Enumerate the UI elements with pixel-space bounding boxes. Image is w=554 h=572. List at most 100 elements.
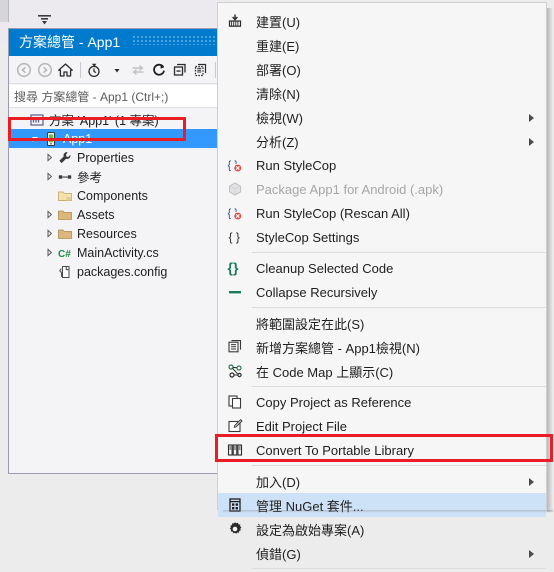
submenu-arrow-icon [529,114,534,122]
menu-item-7: Package App1 for Android (.apk) [218,177,546,201]
android-project-icon [42,131,60,147]
forward-button[interactable] [34,58,55,82]
tree-item-label: App1 [63,131,93,146]
menu-item-2[interactable]: 部署(O) [218,57,546,81]
menu-item-8[interactable]: { } Run StyleCop (Rescan All) [218,201,546,225]
menu-item-18[interactable]: 加入(D) [218,469,546,493]
context-menu: 建置(U) 重建(E) 部署(O) 清除(N) 檢視(W) 分析(Z){ } Run Sty… [217,2,547,569]
portable-library-icon [218,442,252,458]
pending-changes-dropdown[interactable] [106,58,127,82]
menu-item-14[interactable]: 在 Code Map 上顯示(C) [218,359,546,383]
menu-item-12[interactable]: 將範圍設定在此(S) [218,311,546,335]
menu-item-6[interactable]: { } Run StyleCop [218,153,546,177]
menu-item-10[interactable]: {} Cleanup Selected Code [218,256,546,280]
menu-item-15[interactable]: Copy Project as Reference [218,390,546,414]
menu-item-label: Package App1 for Android (.apk) [256,181,444,197]
menu-item-label: 檢視(W) [256,110,303,126]
menu-item-13[interactable]: 新增方案總管 - App1檢視(N) [218,335,546,359]
tree-item-app11[interactable]: 方案 'App1' (1 專案) [9,110,220,129]
menu-item-11[interactable]: Collapse Recursively [218,280,546,304]
menu-item-0[interactable]: 建置(U) [218,9,546,33]
package-cube-icon [218,181,252,197]
menu-item-4[interactable]: 檢視(W) [218,105,546,129]
tree-item-label: Resources [77,226,137,241]
menu-separator [252,386,546,387]
tree-item-label: 方案 'App1' (1 專案) [49,114,159,128]
menu-item-20[interactable]: 設定為啟始專案(A) [218,517,546,541]
menu-item-5[interactable]: 分析(Z) [218,129,546,153]
stylecop-run-icon: { } [218,157,252,173]
solution-icon [28,112,46,128]
csharp-file-icon: C# [56,245,74,261]
menu-item-19[interactable]: 管理 NuGet 套件... [218,493,546,517]
build-icon [218,13,252,29]
solution-explorer-title-bar[interactable]: 方案總管 - App1 [9,29,220,56]
menu-item-label: 部署(O) [256,62,301,78]
menu-item-label: Edit Project File [256,418,348,434]
stylecop-settings-icon: { } [218,229,252,245]
submenu-arrow-icon [529,138,534,146]
home-button[interactable] [55,58,76,82]
tree-item-label: Assets [77,207,115,222]
menu-item-9[interactable]: { } StyleCop Settings [218,225,546,249]
toolbar-overflow-button[interactable] [34,10,56,28]
minus-icon [218,284,252,300]
menu-separator [252,252,546,253]
tree-item-properties[interactable]: Properties [9,148,220,167]
search-input[interactable]: 搜尋 方案總管 - App1 (Ctrl+;) [9,85,220,108]
tree-item-app1[interactable]: App1 [9,129,220,148]
menu-item-label: Copy Project as Reference [256,394,412,410]
menu-item-label: 將範圍設定在此(S) [256,316,365,332]
toolbar-separator-end [215,61,217,78]
menu-item-1[interactable]: 重建(E) [218,33,546,57]
submenu-arrow-icon [529,550,534,558]
menu-item-label: StyleCop Settings [256,229,360,245]
solution-tree: 方案 'App1' (1 專案) App1 Properties 參考 Componen… [9,108,220,473]
chevron-right-icon[interactable] [43,248,56,257]
svg-text:C#: C# [58,249,71,260]
toolbar-separator [80,61,81,78]
show-all-files-button[interactable] [190,58,211,82]
tree-item-label: MainActivity.cs [77,245,159,260]
tree-item-label: Components [77,188,148,203]
pending-changes-button[interactable] [85,58,106,82]
submenu-arrow-icon [529,478,534,486]
tree-item-packages.config[interactable]: packages.config [9,262,220,281]
sync-with-active-document-button[interactable] [127,58,148,82]
menu-item-17[interactable]: Convert To Portable Library [218,438,546,462]
menu-item-label: Cleanup Selected Code [256,260,394,276]
menu-item-label: 清除(N) [256,86,301,102]
menu-item-3[interactable]: 清除(N) [218,81,546,105]
tree-item-resources[interactable]: Resources [9,224,220,243]
menu-item-label: 建置(U) [256,14,301,30]
tree-item-assets[interactable]: Assets [9,205,220,224]
menu-item-21[interactable]: 偵錯(G) [218,541,546,565]
tree-item-mainactivity.cs[interactable]: C# MainActivity.cs [9,243,220,262]
tree-item-components[interactable]: Components [9,186,220,205]
menu-item-16[interactable]: Edit Project File [218,414,546,438]
braces-icon: {} [218,260,252,276]
menu-separator [252,307,546,308]
menu-item-label: Collapse Recursively [256,284,378,300]
folder-icon [56,207,74,223]
folder-icon [56,226,74,242]
edit-project-file-icon [218,418,252,434]
collapse-all-button[interactable] [169,58,190,82]
menu-item-label: 重建(E) [256,38,300,54]
chevron-right-icon[interactable] [43,229,56,238]
stylecop-run-icon: { } [218,205,252,221]
tree-item-[interactable]: 參考 [9,167,220,186]
tree-item-label: 參考 [77,171,103,185]
chevron-right-icon[interactable] [43,172,56,181]
code-map-icon [218,363,252,379]
chevron-down-icon[interactable] [29,134,42,143]
svg-text:{ }: { } [229,230,240,244]
svg-text:{}: {} [228,260,239,276]
search-placeholder: 搜尋 方案總管 - App1 (Ctrl+;) [14,89,169,104]
chevron-right-icon[interactable] [43,153,56,162]
chevron-right-icon[interactable] [43,210,56,219]
refresh-button[interactable] [148,58,169,82]
back-button[interactable] [13,58,34,82]
solution-explorer-panel: 方案總管 - App1 搜尋 方案總管 - App1 (Ctrl+;) 方案 '… [8,28,221,474]
new-solution-view-icon [218,339,252,355]
